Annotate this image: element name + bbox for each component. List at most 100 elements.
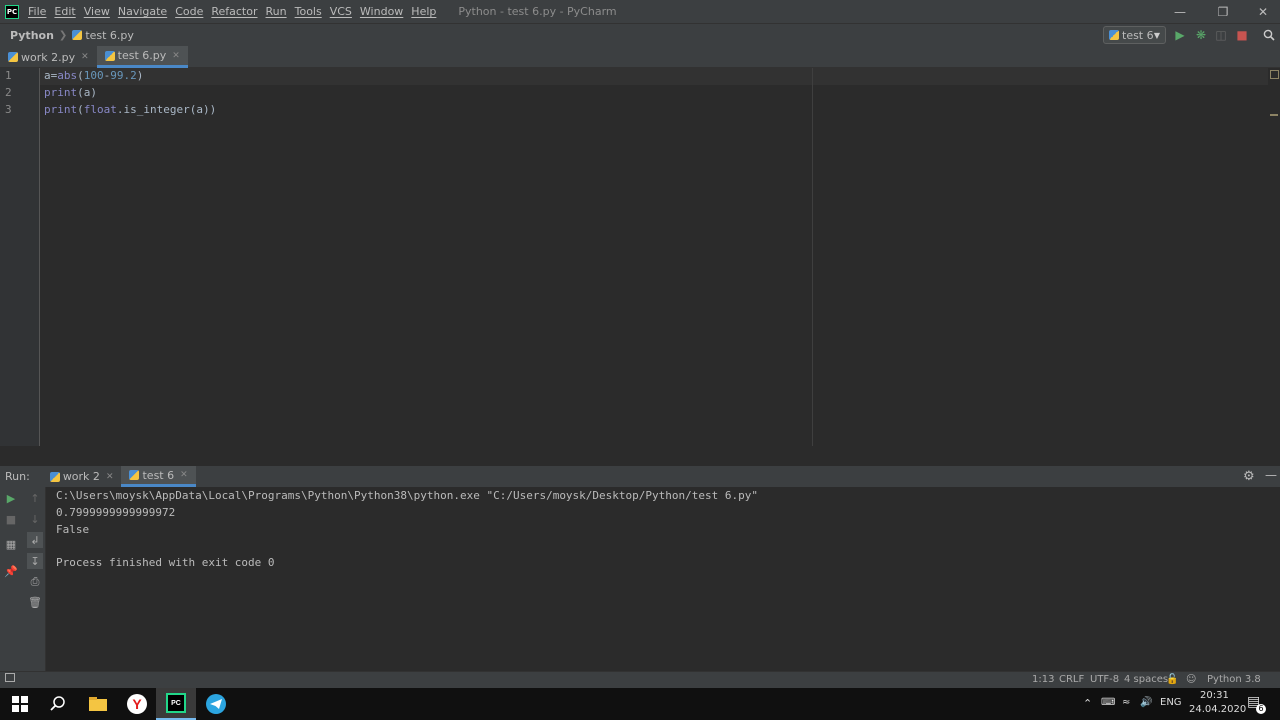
run-with-coverage-button[interactable]: ◫ <box>1213 27 1229 43</box>
tab-work-2[interactable]: work 2.py ✕ <box>0 46 97 68</box>
telegram-icon[interactable] <box>196 688 236 720</box>
interpreter-selector[interactable]: Python 3.8 <box>1207 674 1261 685</box>
svg-text:Y: Y <box>132 696 142 712</box>
menu-code[interactable]: Code <box>175 5 203 18</box>
breadcrumb-project[interactable]: Python <box>10 29 54 42</box>
close-tab-icon[interactable]: ✕ <box>172 51 180 61</box>
clock-time[interactable]: 20:31 <box>1200 690 1229 701</box>
python-file-icon <box>72 30 83 40</box>
code-editor[interactable]: a=abs(100-99.2) print(a) print(float.is_… <box>40 68 1280 446</box>
menu-run[interactable]: Run <box>266 5 287 18</box>
search-icon[interactable] <box>1261 27 1277 43</box>
scroll-down-icon[interactable]: ↓ <box>27 511 43 527</box>
menu-edit[interactable]: Edit <box>54 5 75 18</box>
panel-splitter[interactable] <box>0 446 1280 466</box>
yandex-browser-icon[interactable]: Y <box>117 688 157 720</box>
menu-help[interactable]: Help <box>411 5 436 18</box>
language-indicator[interactable]: ENG <box>1160 697 1182 708</box>
python-file-icon <box>8 52 18 62</box>
soft-wrap-icon[interactable]: ↲ <box>27 532 43 548</box>
code-line-1[interactable]: a=abs(100-99.2) <box>44 69 143 82</box>
console-line: 0.7999999999999972 <box>56 506 176 519</box>
lock-icon[interactable]: 🔓 <box>1166 674 1178 685</box>
python-file-icon <box>1109 30 1119 40</box>
tool-windows-toggle-icon[interactable] <box>5 673 15 682</box>
tab-label: test 6.py <box>117 49 167 62</box>
line-separator[interactable]: CRLF <box>1059 674 1084 685</box>
close-window-button[interactable]: ✕ <box>1246 0 1280 23</box>
close-tab-icon[interactable]: ✕ <box>81 52 89 62</box>
minimize-button[interactable]: — <box>1163 0 1197 23</box>
scroll-up-icon[interactable]: ↑ <box>27 490 43 506</box>
code-token: print <box>44 103 78 116</box>
code-line-3[interactable]: print(float.is_integer(a)) <box>44 103 216 116</box>
run-configuration-dropdown[interactable]: test 6 ▼ <box>1103 26 1166 44</box>
caret-position[interactable]: 1:13 <box>1032 674 1054 685</box>
keyboard-icon[interactable]: ⌨ <box>1101 697 1115 708</box>
menu-view[interactable]: View <box>84 5 110 18</box>
restore-button[interactable]: ❐ <box>1206 0 1240 23</box>
trash-icon[interactable]: 🗑 <box>27 594 43 610</box>
run-label: Run: <box>5 470 30 483</box>
wifi-icon[interactable]: ≈ <box>1122 697 1130 708</box>
inspection-status-icon[interactable] <box>1270 70 1279 79</box>
rerun-button[interactable]: ▶ <box>3 490 19 506</box>
code-line-2[interactable]: print(a) <box>44 86 97 99</box>
layout-icon[interactable]: ▦ <box>3 536 19 552</box>
file-explorer-icon[interactable] <box>78 688 118 720</box>
tab-test-6[interactable]: test 6.py ✕ <box>96 46 188 68</box>
menu-tools[interactable]: Tools <box>295 5 322 18</box>
scroll-to-end-icon[interactable]: ↧ <box>27 553 43 569</box>
pycharm-taskbar-icon[interactable]: PC <box>156 688 196 720</box>
tab-label: work 2.py <box>21 50 76 64</box>
editor-scrollbar[interactable] <box>1268 68 1280 446</box>
code-token: (a) <box>77 86 97 99</box>
inspector-icon[interactable]: ☺ <box>1186 674 1196 685</box>
clock-date[interactable]: 24.04.2020 <box>1189 704 1246 715</box>
close-tab-icon[interactable]: ✕ <box>180 470 188 480</box>
code-token: a <box>44 69 51 82</box>
code-token: ( <box>77 103 84 116</box>
stop-button[interactable]: ■ <box>3 511 19 527</box>
breadcrumb-file[interactable]: test 6.py <box>85 29 134 42</box>
run-tool-window-header: Run: work 2 ✕ test 6 ✕ ⚙ — <box>0 466 1280 487</box>
menu-vcs[interactable]: VCS <box>330 5 352 18</box>
code-token: 100 <box>83 69 104 82</box>
code-token: ) <box>136 69 144 82</box>
file-encoding[interactable]: UTF-8 <box>1090 674 1119 685</box>
print-icon[interactable]: ⎙ <box>27 574 43 590</box>
status-bar: 1:13 CRLF UTF-8 4 spaces 🔓 ☺ Python 3.8 <box>0 671 1280 688</box>
code-token: ( <box>77 69 84 82</box>
stop-button[interactable]: ■ <box>1234 27 1250 43</box>
pycharm-logo-icon: PC <box>5 4 19 19</box>
chevron-up-icon[interactable]: ⌃ <box>1083 697 1092 710</box>
python-file-icon <box>49 471 60 482</box>
menu-navigate[interactable]: Navigate <box>118 5 167 18</box>
run-console[interactable]: C:\Users\moysk\AppData\Local\Programs\Py… <box>46 487 1280 671</box>
caret-down-icon: ▼ <box>1153 30 1160 40</box>
line-number-gutter: 1 2 3 <box>0 68 40 446</box>
gear-icon[interactable]: ⚙ <box>1243 469 1255 484</box>
code-token: 99.2 <box>110 69 137 82</box>
volume-icon[interactable]: 🔊 <box>1140 697 1152 708</box>
run-tab-label: work 2 <box>62 470 100 483</box>
hide-panel-icon[interactable]: — <box>1265 468 1277 482</box>
run-button[interactable]: ▶ <box>1172 27 1188 43</box>
run-tab-test-6[interactable]: test 6 ✕ <box>121 466 196 487</box>
console-line: C:\Users\moysk\AppData\Local\Programs\Py… <box>56 489 758 502</box>
close-tab-icon[interactable]: ✕ <box>106 472 114 482</box>
code-token: print <box>44 86 78 99</box>
debug-bug-icon[interactable]: ❋ <box>1193 27 1209 43</box>
windows-start-icon[interactable] <box>0 688 40 720</box>
menu-file[interactable]: File <box>28 5 46 18</box>
code-token: .is_integer(a)) <box>116 103 217 116</box>
pin-icon[interactable]: 📌 <box>3 563 19 579</box>
chevron-right-icon: ❯ <box>58 29 68 41</box>
notification-count-badge: 6 <box>1256 704 1266 714</box>
indent-setting[interactable]: 4 spaces <box>1124 674 1168 685</box>
menu-window[interactable]: Window <box>360 5 403 18</box>
menu-refactor[interactable]: Refactor <box>211 5 257 18</box>
run-tab-work-2[interactable]: work 2 ✕ <box>42 466 122 487</box>
error-stripe-marker[interactable] <box>1270 114 1278 116</box>
search-icon[interactable] <box>38 688 78 720</box>
